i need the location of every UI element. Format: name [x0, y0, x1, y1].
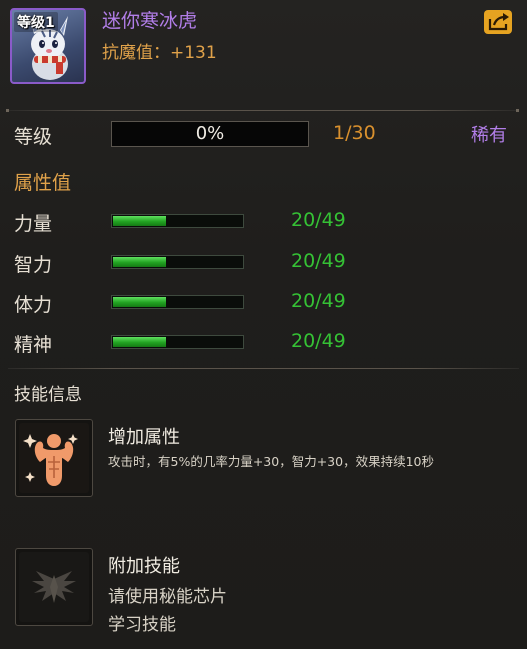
header-divider — [8, 110, 519, 111]
attribute-value: 20/49 — [291, 209, 346, 231]
level-progress-bar: 0% — [111, 121, 309, 147]
skill-hint-line-2: 学习技能 — [108, 615, 176, 635]
attribute-label: 体力 — [14, 294, 53, 316]
rarity-badge: 稀有 — [471, 125, 507, 146]
attribute-value: 20/49 — [291, 330, 346, 352]
attribute-bar — [111, 295, 244, 309]
divider-ornament-right — [516, 109, 519, 112]
muscle-flex-icon — [19, 423, 89, 493]
attribute-label: 精神 — [14, 334, 53, 356]
divider-ornament-left — [6, 109, 9, 112]
share-export-icon — [488, 13, 509, 31]
skills-title: 技能信息 — [14, 385, 82, 405]
skill-name: 增加属性 — [108, 427, 180, 448]
attributes-title: 属性值 — [14, 172, 72, 194]
level-label: 等级 — [14, 126, 53, 148]
pet-resist-stat: 抗魔值：+131 — [102, 43, 217, 63]
skill-slot-1[interactable] — [15, 419, 93, 497]
share-button[interactable] — [484, 10, 512, 34]
pet-detail-panel: 等级1 迷你寒冰虎 抗魔值：+131 等级 0% 1/30 稀有 属性值 力量 … — [0, 0, 527, 649]
attribute-bar — [111, 214, 244, 228]
attribute-bar-fill — [113, 216, 166, 226]
pet-avatar[interactable]: 等级1 — [10, 8, 86, 84]
attribute-bar — [111, 335, 244, 349]
attribute-value: 20/49 — [291, 250, 346, 272]
attribute-value: 20/49 — [291, 290, 346, 312]
attribute-label: 力量 — [14, 213, 53, 235]
skill-slot-2[interactable] — [15, 548, 93, 626]
pet-level-tag: 等级1 — [14, 12, 58, 32]
skills-divider — [8, 368, 519, 369]
skill-name: 附加技能 — [108, 556, 180, 577]
pet-name: 迷你寒冰虎 — [102, 10, 198, 32]
attribute-bar-fill — [113, 257, 166, 267]
level-count: 1/30 — [333, 122, 376, 144]
attribute-bar-fill — [113, 337, 166, 347]
attribute-label: 智力 — [14, 254, 53, 276]
attribute-bar-fill — [113, 297, 166, 307]
attribute-bar — [111, 255, 244, 269]
locked-wing-emblem-icon — [19, 552, 89, 622]
skill-hint-line-1: 请使用秘能芯片 — [108, 587, 227, 607]
level-progress-text: 0% — [195, 123, 225, 144]
skill-description: 攻击时，有5%的几率力量+30，智力+30，效果持续10秒 — [108, 454, 434, 469]
